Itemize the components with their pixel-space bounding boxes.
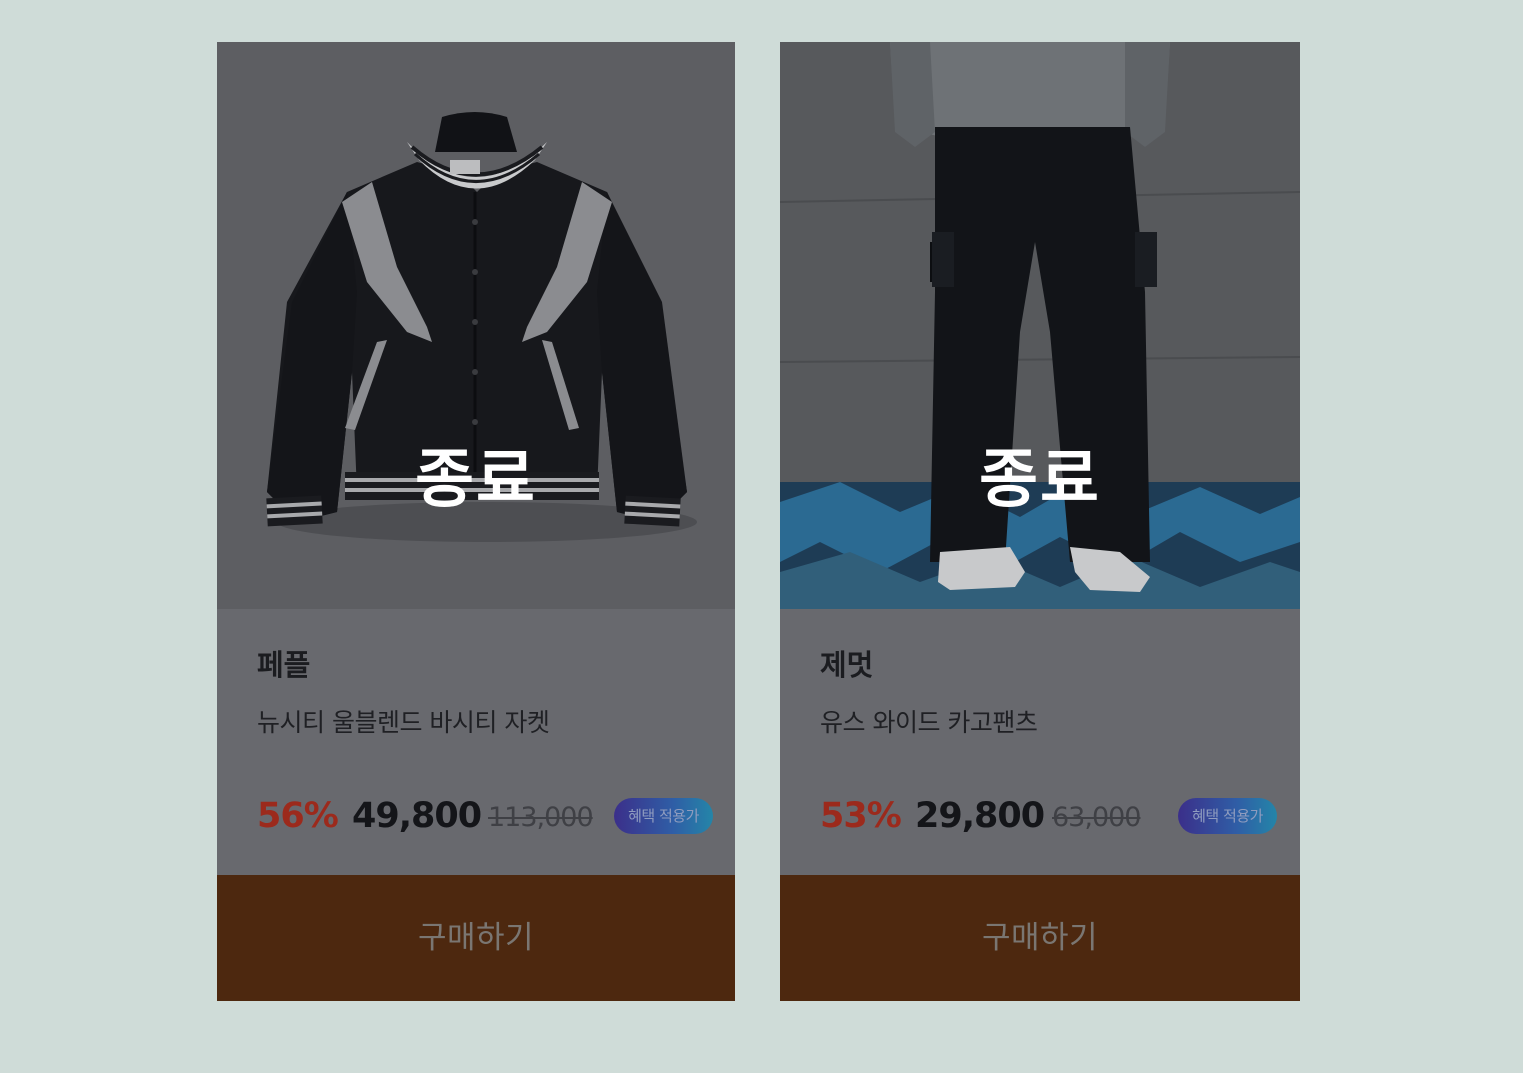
sale-ended-label: 종료	[415, 443, 537, 517]
product-info: 페플 뉴시티 울블렌드 바시티 자켓 56% 49,800 113,000 혜택…	[217, 609, 735, 875]
buy-button[interactable]: 구매하기	[217, 875, 735, 1001]
product-image[interactable]: 종료	[780, 42, 1300, 609]
brand-name[interactable]: 제멋	[820, 647, 873, 683]
product-card[interactable]: 종료 제멋 유스 와이드 카고팬츠 53% 29,800 63,000 혜택 적…	[780, 42, 1300, 1001]
sale-price: 29,800	[915, 796, 1045, 836]
product-name[interactable]: 유스 와이드 카고팬츠	[820, 707, 1038, 739]
product-image[interactable]: 종료	[217, 42, 735, 609]
discount-rate: 56%	[257, 796, 339, 836]
varsity-jacket-image	[266, 112, 697, 542]
benefit-price-badge: 혜택 적용가	[1178, 798, 1277, 834]
product-info: 제멋 유스 와이드 카고팬츠 53% 29,800 63,000 혜택 적용가	[780, 609, 1300, 875]
sale-price: 49,800	[352, 796, 482, 836]
original-price: 113,000	[488, 802, 594, 833]
discount-rate: 53%	[820, 796, 902, 836]
benefit-price-badge: 혜택 적용가	[614, 798, 713, 834]
cargo-pants-image	[780, 42, 1300, 609]
brand-name[interactable]: 페플	[257, 647, 310, 683]
sale-ended-label: 종료	[979, 443, 1101, 517]
buy-button[interactable]: 구매하기	[780, 875, 1300, 1001]
product-card[interactable]: 종료 페플 뉴시티 울블렌드 바시티 자켓 56% 49,800 113,000…	[217, 42, 735, 1001]
product-name[interactable]: 뉴시티 울블렌드 바시티 자켓	[257, 707, 550, 739]
original-price: 63,000	[1052, 802, 1141, 833]
